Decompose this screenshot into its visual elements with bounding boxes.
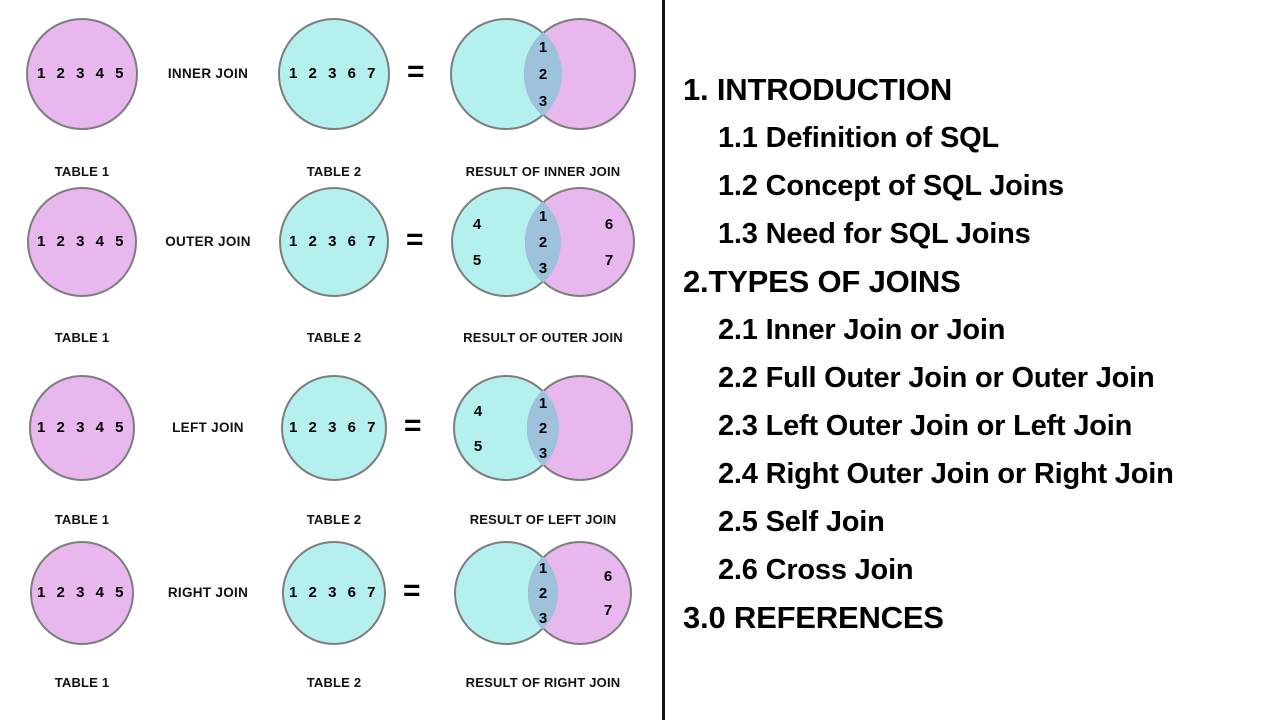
venn-result: 1 2 3 bbox=[0, 18, 662, 130]
venn-result-caption: RESULT OF LEFT JOIN bbox=[469, 512, 617, 527]
table1-caption: TABLE 1 bbox=[54, 675, 110, 690]
venn-intersection-number: 2 bbox=[538, 234, 548, 251]
venn-left-only-number: 5 bbox=[473, 438, 483, 455]
outline-item: 2.3 Left Outer Join or Left Join bbox=[718, 410, 1133, 442]
venn-intersection-number: 1 bbox=[538, 395, 548, 412]
join-row: 1 2 3 4 5 TABLE 11 2 3 6 7 TABLE 2 LEFT JOI… bbox=[0, 375, 662, 557]
venn-intersection-number: 3 bbox=[538, 93, 548, 110]
outline-item: 2.TYPES OF JOINS bbox=[683, 264, 961, 299]
table2-caption: TABLE 2 bbox=[306, 330, 362, 345]
table2-caption: TABLE 2 bbox=[306, 512, 362, 527]
venn-intersection-number: 2 bbox=[538, 420, 548, 437]
venn-right-only-number: 7 bbox=[603, 602, 613, 619]
venn-right-only-number: 7 bbox=[604, 252, 614, 269]
outline-item: 2.4 Right Outer Join or Right Join bbox=[718, 458, 1174, 490]
outline-item: 3.0 REFERENCES bbox=[683, 600, 944, 635]
venn-intersection-number: 3 bbox=[538, 445, 548, 462]
venn-result: 1 2 3 4 5 bbox=[0, 375, 662, 481]
join-diagram-panel: 1 2 3 4 5 TABLE 11 2 3 6 7 TABLE 2 INNER JO… bbox=[0, 0, 662, 720]
outline-item: 2.5 Self Join bbox=[718, 506, 885, 538]
join-row: 1 2 3 4 5 TABLE 11 2 3 6 7 TABLE 2 OUTER JO… bbox=[0, 187, 662, 375]
table1-caption: TABLE 1 bbox=[54, 512, 110, 527]
venn-intersection-number: 1 bbox=[538, 208, 548, 225]
venn-result: 1 2 3 6 7 bbox=[0, 541, 662, 645]
outline-panel: 1. INTRODUCTION 1.1 Definition of SQL 1.2 … bbox=[665, 0, 1280, 720]
venn-left-only-number: 5 bbox=[472, 252, 482, 269]
outline-item: 2.1 Inner Join or Join bbox=[718, 314, 1006, 346]
outline-item: 2.2 Full Outer Join or Outer Join bbox=[718, 362, 1155, 394]
venn-intersection-number: 2 bbox=[538, 585, 548, 602]
table1-caption: TABLE 1 bbox=[54, 330, 110, 345]
outline-item: 2.6 Cross Join bbox=[718, 554, 914, 586]
venn-right-only-number: 6 bbox=[603, 568, 613, 585]
outline-item: 1.1 Definition of SQL bbox=[718, 122, 999, 154]
venn-result-caption: RESULT OF INNER JOIN bbox=[465, 164, 621, 179]
venn-result-caption: RESULT OF RIGHT JOIN bbox=[465, 675, 621, 690]
venn-intersection-number: 2 bbox=[538, 66, 548, 83]
slide-canvas: 1 2 3 4 5 TABLE 11 2 3 6 7 TABLE 2 INNER JO… bbox=[0, 0, 1280, 720]
venn-right-only-number: 6 bbox=[604, 216, 614, 233]
venn-intersection-number: 3 bbox=[538, 260, 548, 277]
venn-intersection-number: 1 bbox=[538, 39, 548, 56]
join-row: 1 2 3 4 5 TABLE 11 2 3 6 7 TABLE 2 RIGHT JO… bbox=[0, 541, 662, 720]
venn-result: 1 2 3 4 5 6 7 bbox=[0, 187, 662, 297]
venn-intersection-number: 3 bbox=[538, 610, 548, 627]
venn-result-caption: RESULT OF OUTER JOIN bbox=[463, 330, 623, 345]
join-row: 1 2 3 4 5 TABLE 11 2 3 6 7 TABLE 2 INNER JO… bbox=[0, 18, 662, 209]
venn-left-only-number: 4 bbox=[472, 216, 482, 233]
outline-item: 1.3 Need for SQL Joins bbox=[718, 218, 1031, 250]
outline-item: 1.2 Concept of SQL Joins bbox=[718, 170, 1064, 202]
table2-caption: TABLE 2 bbox=[306, 675, 362, 690]
table2-caption: TABLE 2 bbox=[306, 164, 362, 179]
table1-caption: TABLE 1 bbox=[54, 164, 110, 179]
outline-item: 1. INTRODUCTION bbox=[683, 72, 953, 107]
venn-intersection-number: 1 bbox=[538, 560, 548, 577]
venn-left-only-number: 4 bbox=[473, 403, 483, 420]
